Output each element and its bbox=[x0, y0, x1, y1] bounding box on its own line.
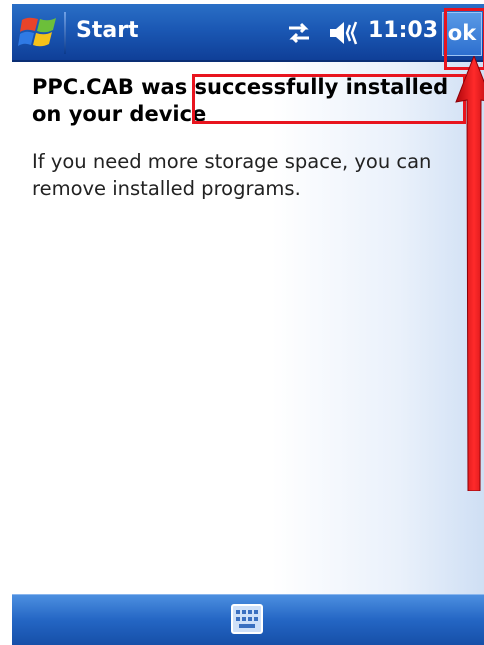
start-menu-label[interactable]: Start bbox=[76, 18, 139, 43]
volume-icon[interactable] bbox=[328, 19, 362, 47]
device-screen: Start 11:03 ok PPC.CAB was successfully … bbox=[12, 4, 484, 645]
install-success-message: PPC.CAB was successfully installed on yo… bbox=[32, 75, 449, 126]
menu-bar bbox=[12, 594, 484, 645]
connectivity-icon[interactable] bbox=[286, 20, 312, 46]
ok-button[interactable]: ok bbox=[442, 12, 482, 56]
taskbar-divider bbox=[64, 12, 66, 54]
clock[interactable]: 11:03 bbox=[368, 18, 438, 43]
storage-hint-text: If you need more storage space, you can … bbox=[32, 150, 432, 200]
main-content: PPC.CAB was successfully installed on yo… bbox=[12, 62, 484, 594]
taskbar: Start 11:03 ok bbox=[12, 4, 484, 62]
windows-flag-icon[interactable] bbox=[18, 14, 62, 52]
keyboard-icon[interactable] bbox=[231, 604, 263, 634]
